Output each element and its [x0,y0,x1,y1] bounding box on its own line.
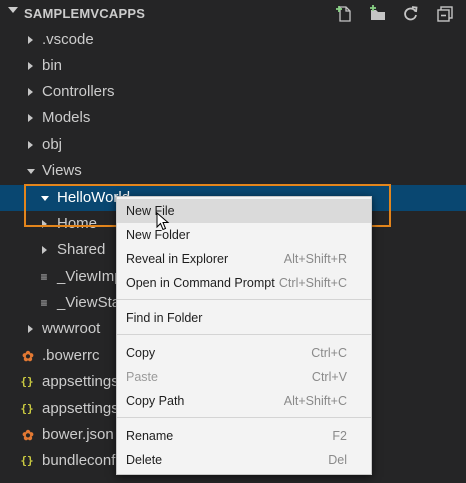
menu-item-label: Delete [126,453,163,467]
tree-item-vscode[interactable]: .vscode [0,27,466,53]
expand-arrow-icon[interactable] [28,114,33,122]
menu-item-find-in-folder[interactable]: Find in Folder [117,306,371,330]
expand-arrow-icon[interactable] [28,325,33,333]
tree-item-label: Models [42,109,91,126]
menu-item-label: Copy [126,346,156,360]
collapse-arrow-icon[interactable] [27,169,35,174]
menu-item-rename[interactable]: Rename F2 [117,424,371,448]
menu-item-shortcut: Ctrl+V [311,370,347,384]
menu-separator [117,417,371,418]
expand-arrow-icon[interactable] [28,36,33,44]
menu-item-shortcut: Ctrl+Shift+C [278,276,347,290]
tree-item-label: Shared [57,241,106,258]
tree-item-label: bin [42,57,63,74]
explorer-title: SAMPLEMVCAPPS [24,6,146,21]
bower-icon: ✿ [22,348,34,364]
explorer-header: SAMPLEMVCAPPS [0,0,466,28]
menu-item-paste: Paste Ctrl+V [117,365,371,389]
menu-item-shortcut: Del [328,453,347,467]
expand-arrow-icon[interactable] [28,88,33,96]
lines-file-icon: ≡ [40,296,48,310]
menu-item-label: Open in Command Prompt [126,276,275,290]
collapse-all-icon[interactable] [436,5,454,23]
json-braces-icon: {} [20,375,34,388]
tree-item-bin[interactable]: bin [0,53,466,79]
tree-item-label: .vscode [42,31,94,48]
tree-item-models[interactable]: Models [0,105,466,131]
context-menu: New File New Folder Reveal in Explorer A… [116,196,372,475]
tree-item-label: wwwroot [42,320,101,337]
json-braces-icon: {} [20,454,34,467]
tree-item-label: bower.json [42,426,114,443]
menu-item-shortcut: Alt+Shift+C [283,394,347,408]
mouse-cursor-icon [156,211,170,237]
tree-item-label: .bowerrc [42,347,100,364]
expand-arrow-icon[interactable] [28,62,33,70]
lines-file-icon: ≡ [40,270,48,284]
menu-item-label: Reveal in Explorer [126,252,229,266]
menu-item-shortcut: Alt+Shift+R [283,252,347,266]
expand-arrow-icon[interactable] [28,141,33,149]
menu-item-label: Rename [126,429,174,443]
menu-separator [117,299,371,300]
tree-item-label: Controllers [42,83,115,100]
menu-separator [117,334,371,335]
expand-arrow-icon[interactable] [42,246,47,254]
menu-item-open-in-command-prompt[interactable]: Open in Command Prompt Ctrl+Shift+C [117,271,371,295]
menu-item-shortcut: Ctrl+C [311,346,347,360]
menu-item-copy-path[interactable]: Copy Path Alt+Shift+C [117,389,371,413]
menu-item-label: Paste [126,370,158,384]
tree-item-controllers[interactable]: Controllers [0,79,466,105]
tree-item-obj[interactable]: obj [0,132,466,158]
new-file-icon[interactable] [336,5,354,23]
bower-icon: ✿ [22,427,34,443]
tree-item-label: Views [42,162,82,179]
refresh-icon[interactable] [402,5,420,23]
menu-item-shortcut: F2 [332,429,347,443]
menu-item-reveal-in-explorer[interactable]: Reveal in Explorer Alt+Shift+R [117,247,371,271]
json-braces-icon: {} [20,402,34,415]
menu-item-delete[interactable]: Delete Del [117,448,371,472]
menu-item-copy[interactable]: Copy Ctrl+C [117,341,371,365]
tree-item-label: obj [42,136,63,153]
menu-item-label: Copy Path [126,394,185,408]
new-folder-icon[interactable] [369,5,387,23]
tree-item-views[interactable]: Views [0,158,466,184]
chevron-down-icon[interactable] [8,7,18,13]
menu-item-label: Find in Folder [126,311,203,325]
